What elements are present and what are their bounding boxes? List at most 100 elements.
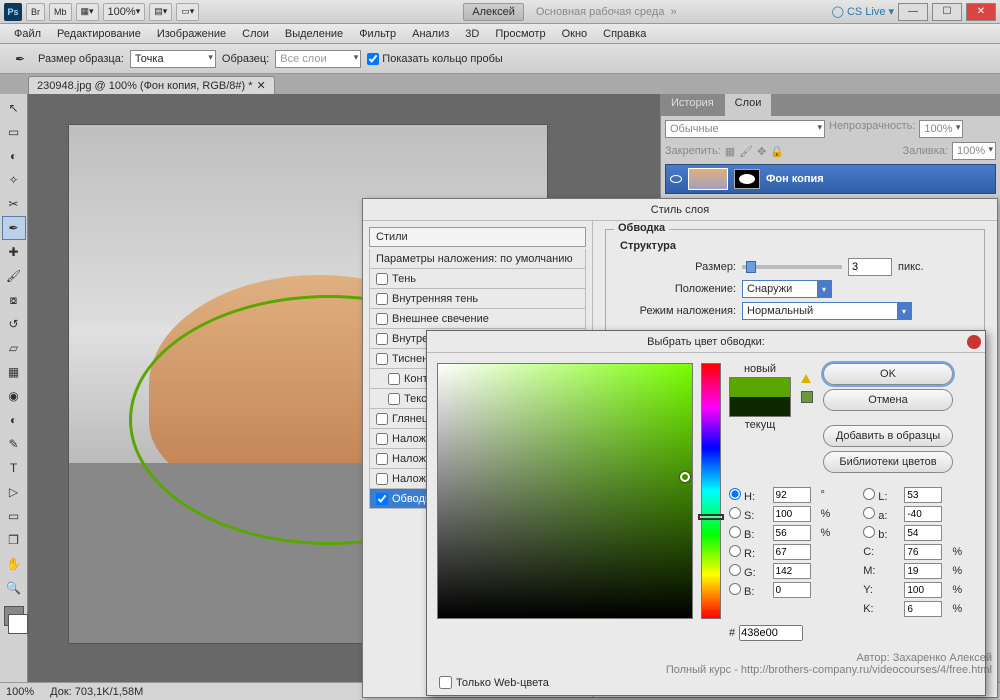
document-tab[interactable]: 230948.jpg @ 100% (Фон копия, RGB/8#) *✕: [28, 76, 275, 94]
window-minimize[interactable]: —: [898, 3, 928, 21]
zoom-level-dropdown[interactable]: 100% ▾: [103, 3, 146, 21]
style-drop-shadow[interactable]: Тень: [369, 269, 586, 289]
screen-mode-button[interactable]: Br: [26, 3, 45, 21]
dodge-tool[interactable]: ◐: [2, 408, 26, 432]
lab-b-radio[interactable]: [863, 526, 875, 538]
workspace-name[interactable]: Основная рабочая среда »: [536, 6, 677, 18]
wand-tool[interactable]: ✧: [2, 168, 26, 192]
c-input[interactable]: [904, 544, 942, 560]
y-input[interactable]: [904, 582, 942, 598]
screen-button[interactable]: ▭▾: [176, 3, 199, 21]
add-swatch-button[interactable]: Добавить в образцы: [823, 425, 953, 447]
color-picker-close[interactable]: [967, 335, 981, 349]
eyedropper-tool-icon[interactable]: ✒: [8, 47, 32, 71]
gradient-tool[interactable]: ▦: [2, 360, 26, 384]
blur-tool[interactable]: ◉: [2, 384, 26, 408]
move-tool[interactable]: ↖: [2, 96, 26, 120]
lasso-tool[interactable]: ◐: [2, 144, 26, 168]
web-only-checkbox[interactable]: Только Web-цвета: [439, 676, 549, 689]
lock-position-icon[interactable]: ✥: [757, 145, 766, 158]
k-input[interactable]: [904, 601, 942, 617]
l-radio[interactable]: [863, 488, 875, 500]
menu-window[interactable]: Окно: [554, 24, 596, 43]
s-radio[interactable]: [729, 507, 741, 519]
pen-tool[interactable]: ✎: [2, 432, 26, 456]
lock-pixels-icon[interactable]: 🖌: [739, 145, 753, 158]
blend-mode-dropdown[interactable]: Обычные: [665, 120, 825, 138]
eraser-tool[interactable]: ▱: [2, 336, 26, 360]
s-input[interactable]: [773, 506, 811, 522]
lock-all-icon[interactable]: 🔒: [770, 145, 784, 158]
sv-picker[interactable]: [437, 363, 693, 619]
size-slider[interactable]: [742, 265, 842, 269]
sv-cursor[interactable]: [680, 472, 690, 482]
crop-tool[interactable]: ✂: [2, 192, 26, 216]
menu-select[interactable]: Выделение: [277, 24, 351, 43]
shape-tool[interactable]: ▭: [2, 504, 26, 528]
bv-input[interactable]: [773, 525, 811, 541]
ok-button[interactable]: OK: [823, 363, 953, 385]
cancel-button[interactable]: Отмена: [823, 389, 953, 411]
lock-transparent-icon[interactable]: ▦: [725, 145, 735, 158]
arrange-docs-button[interactable]: ▤▾: [149, 3, 172, 21]
hand-tool[interactable]: ✋: [2, 552, 26, 576]
g-radio[interactable]: [729, 564, 741, 576]
status-zoom[interactable]: 100%: [6, 686, 34, 698]
layer-thumbnail[interactable]: [688, 168, 728, 190]
close-tab-icon[interactable]: ✕: [257, 79, 266, 92]
bv-radio[interactable]: [729, 526, 741, 538]
layer-name[interactable]: Фон копия: [766, 173, 824, 185]
window-maximize[interactable]: ☐: [932, 3, 962, 21]
stamp-tool[interactable]: ⧇: [2, 288, 26, 312]
menu-filter[interactable]: Фильтр: [351, 24, 404, 43]
r-radio[interactable]: [729, 545, 741, 557]
menu-image[interactable]: Изображение: [149, 24, 234, 43]
marquee-tool[interactable]: ▭: [2, 120, 26, 144]
layer-mask-thumbnail[interactable]: [734, 169, 760, 189]
blend-mode-dropdown2[interactable]: Нормальный▾: [742, 302, 912, 320]
window-close[interactable]: ✕: [966, 3, 996, 21]
layer-visibility-icon[interactable]: [670, 175, 682, 183]
fill-input[interactable]: 100%: [952, 142, 996, 160]
cs-live-button[interactable]: ◯ CS Live ▾: [832, 5, 894, 18]
layers-panel-tab[interactable]: Слои: [725, 94, 773, 116]
3d-tool[interactable]: ❒: [2, 528, 26, 552]
menu-file[interactable]: Файл: [6, 24, 49, 43]
color-swatch-compare[interactable]: [729, 377, 791, 417]
l-input[interactable]: [904, 487, 942, 503]
m-input[interactable]: [904, 563, 942, 579]
a-radio[interactable]: [863, 507, 875, 519]
menu-layer[interactable]: Слои: [234, 24, 277, 43]
blending-defaults-row[interactable]: Параметры наложения: по умолчанию: [369, 249, 586, 269]
heal-tool[interactable]: ✚: [2, 240, 26, 264]
size-input[interactable]: [848, 258, 892, 276]
background-color-swatch[interactable]: [8, 614, 28, 634]
gamut-warning-icon[interactable]: [801, 369, 811, 383]
bb-radio[interactable]: [729, 583, 741, 595]
h-radio[interactable]: [729, 488, 741, 500]
type-tool[interactable]: T: [2, 456, 26, 480]
menu-analysis[interactable]: Анализ: [404, 24, 457, 43]
a-input[interactable]: [904, 506, 942, 522]
sample-layers-dropdown[interactable]: Все слои: [275, 50, 361, 68]
menu-view[interactable]: Просмотр: [487, 24, 553, 43]
view-extras-button[interactable]: ▦▾: [76, 3, 99, 21]
position-dropdown[interactable]: Снаружи▾: [742, 280, 832, 298]
style-outer-glow[interactable]: Внешнее свечение: [369, 309, 586, 329]
styles-header[interactable]: Стили: [369, 227, 586, 247]
websafe-warning-icon[interactable]: [801, 391, 813, 403]
show-ring-checkbox[interactable]: Показать кольцо пробы: [367, 53, 503, 65]
path-tool[interactable]: ▷: [2, 480, 26, 504]
layer-row[interactable]: Фон копия: [665, 164, 996, 194]
hue-slider[interactable]: [701, 363, 721, 619]
lab-b-input[interactable]: [904, 525, 942, 541]
g-input[interactable]: [773, 563, 811, 579]
zoom-tool[interactable]: 🔍: [2, 576, 26, 600]
r-input[interactable]: [773, 544, 811, 560]
menu-help[interactable]: Справка: [595, 24, 654, 43]
h-input[interactable]: [773, 487, 811, 503]
menu-3d[interactable]: 3D: [457, 24, 487, 43]
brush-tool[interactable]: 🖌: [2, 264, 26, 288]
history-panel-tab[interactable]: История: [661, 94, 725, 116]
style-inner-shadow[interactable]: Внутренняя тень: [369, 289, 586, 309]
